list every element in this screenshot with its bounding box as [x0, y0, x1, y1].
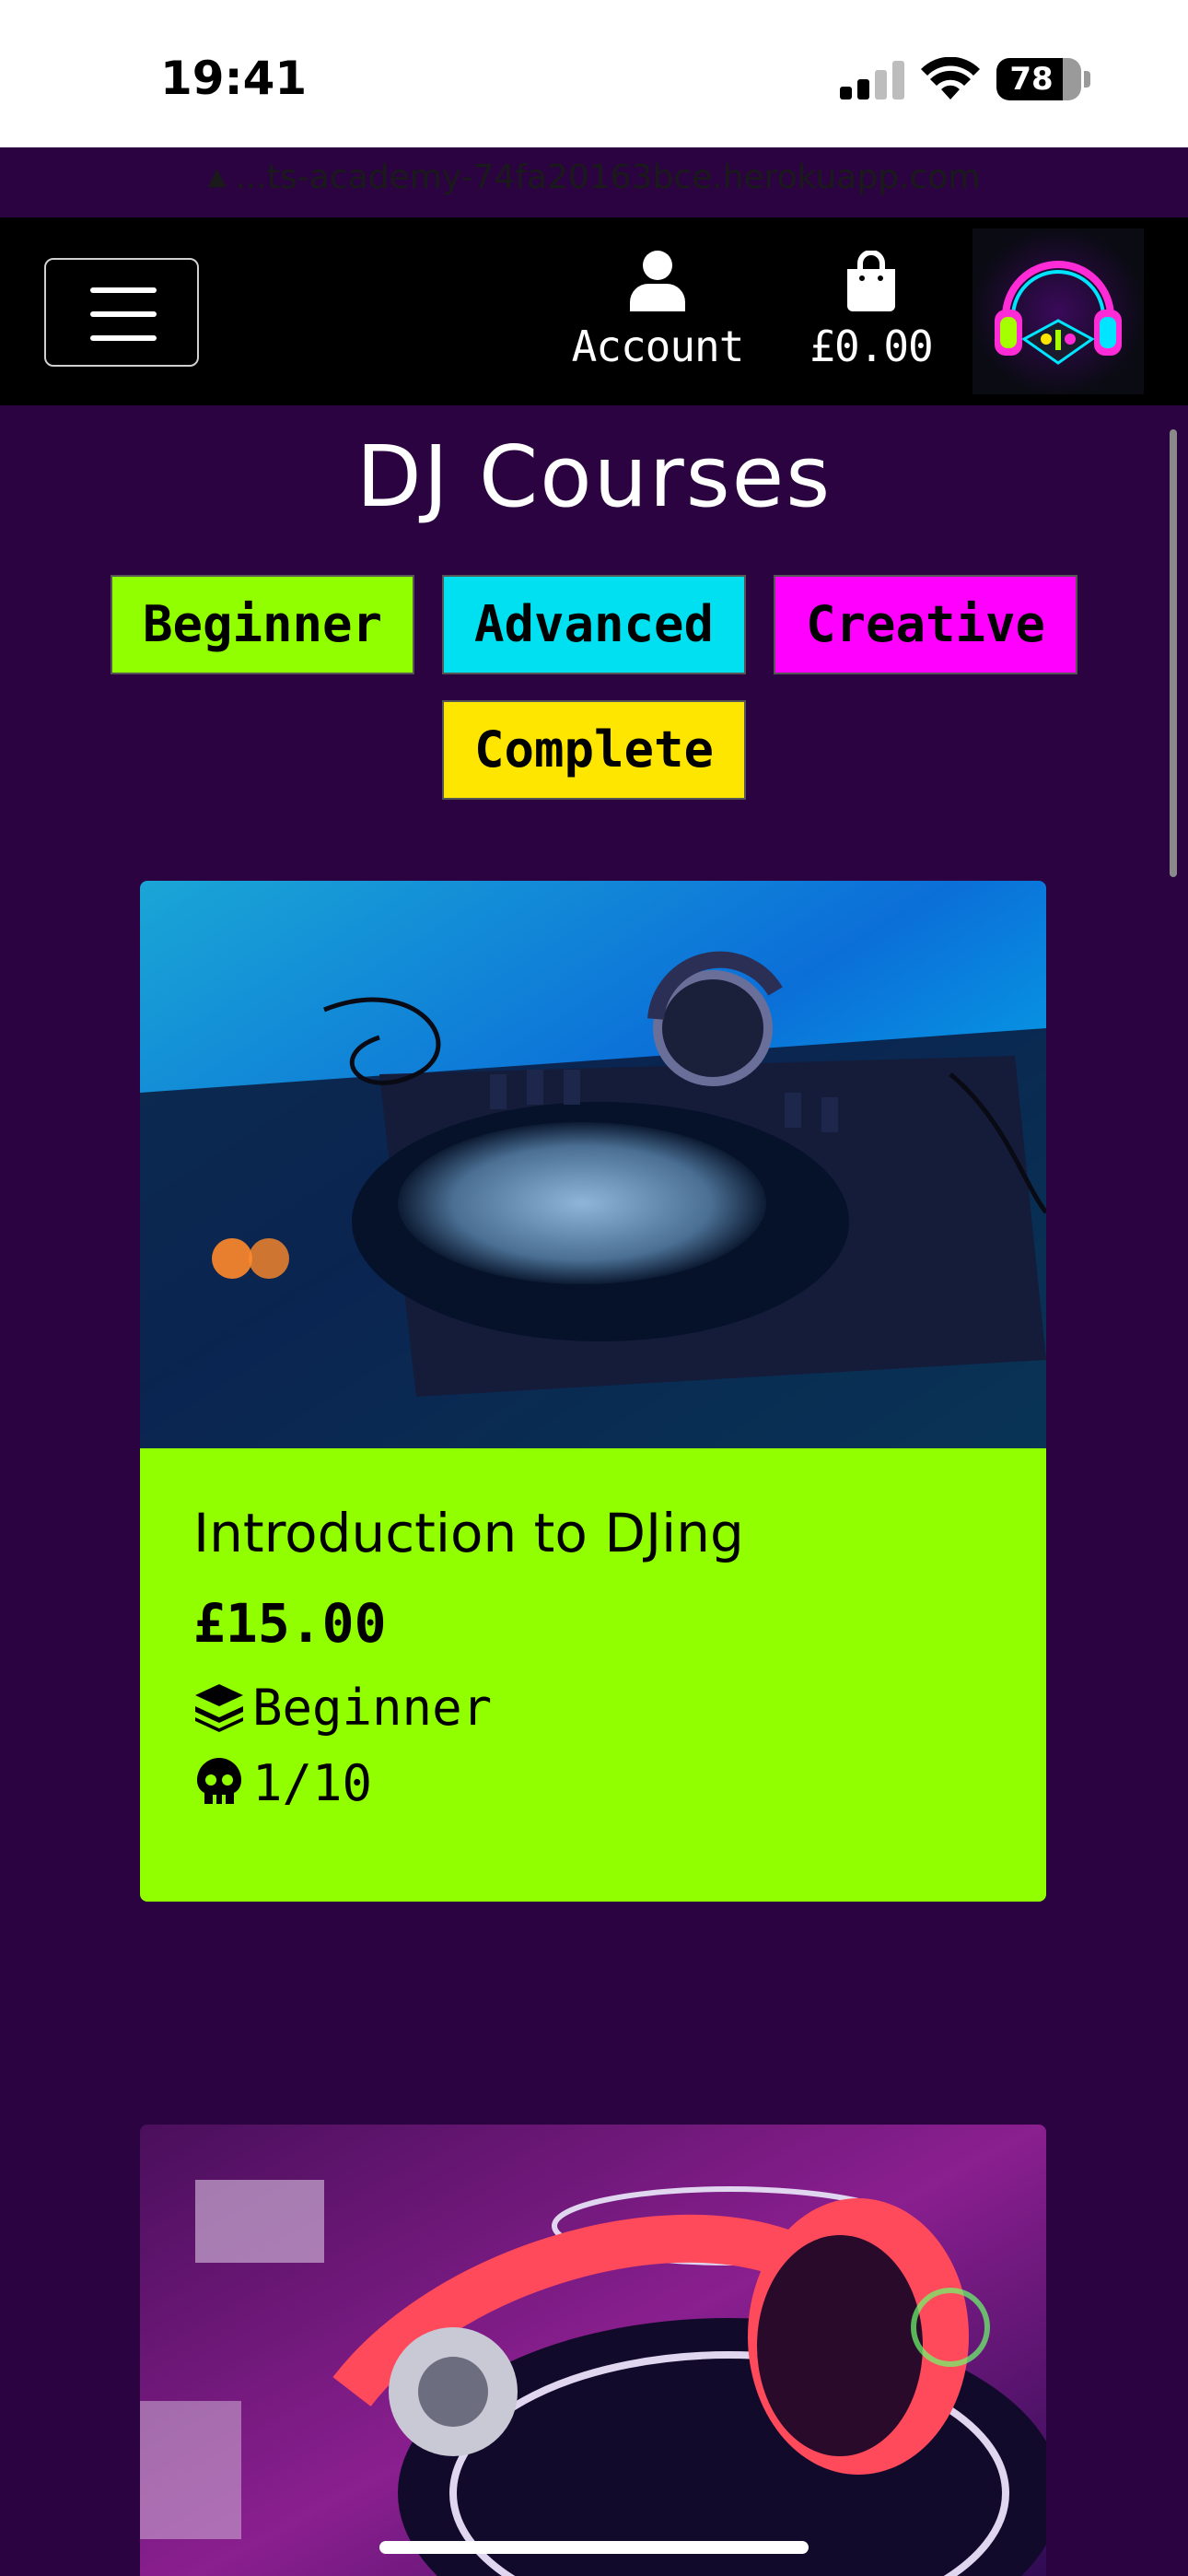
- hamburger-menu-button[interactable]: [44, 258, 199, 367]
- course-image[interactable]: [140, 2125, 1046, 2576]
- bag-total: £0.00: [809, 322, 933, 371]
- page-scrollbar[interactable]: [1170, 429, 1177, 877]
- course-count-label: 1/10: [252, 1754, 373, 1812]
- shopping-bag-link[interactable]: £0.00: [790, 250, 952, 371]
- battery-nub: [1084, 71, 1090, 88]
- home-indicator[interactable]: [379, 2541, 809, 2554]
- filter-complete-button[interactable]: Complete: [442, 700, 746, 800]
- course-level: Beginner: [193, 1679, 492, 1737]
- battery-icon: 78: [996, 58, 1081, 100]
- course-title[interactable]: Introduction to DJing: [193, 1502, 744, 1564]
- site-logo[interactable]: [973, 228, 1144, 394]
- filter-advanced-button[interactable]: Advanced: [442, 575, 746, 674]
- wifi-icon: [921, 57, 980, 100]
- course-level-label: Beginner: [252, 1679, 493, 1737]
- warning-triangle-icon: ▲: [207, 163, 227, 191]
- page-title: DJ Courses: [355, 427, 833, 526]
- battery-percent: 78: [1009, 61, 1054, 98]
- course-card-body: Introduction to DJing £15.00 Beginner 1/…: [140, 1448, 1046, 1902]
- status-bar: 19:41 78 ▲ ...ts-academy-74fa20163bce.her…: [0, 0, 1188, 196]
- course-count: 1/10: [193, 1754, 372, 1812]
- address-bar[interactable]: ▲ ...ts-academy-74fa20163bce.herokuapp.co…: [0, 158, 1188, 206]
- site-navbar: Account £0.00: [0, 217, 1188, 405]
- filter-beginner-button[interactable]: Beginner: [111, 575, 414, 674]
- cellular-signal-icon: [840, 61, 904, 100]
- hamburger-menu-icon: [90, 287, 157, 293]
- filter-creative-button[interactable]: Creative: [774, 575, 1077, 674]
- shopping-bag-icon: [847, 250, 895, 311]
- headphones-logo-icon: [973, 228, 1144, 394]
- user-icon: [630, 251, 685, 311]
- url-text: ...ts-academy-74fa20163bce.herokuapp.com: [235, 158, 981, 196]
- course-card[interactable]: [140, 2125, 1046, 2576]
- course-card[interactable]: Introduction to DJing £15.00 Beginner 1/…: [140, 881, 1046, 1902]
- status-time: 19:41: [160, 52, 308, 105]
- skull-icon: [197, 1758, 241, 1804]
- layer-group-icon: [195, 1684, 243, 1732]
- account-label: Account: [571, 322, 745, 371]
- account-link[interactable]: Account: [549, 251, 766, 371]
- course-image[interactable]: [140, 881, 1046, 1448]
- course-price: £15.00: [193, 1592, 387, 1655]
